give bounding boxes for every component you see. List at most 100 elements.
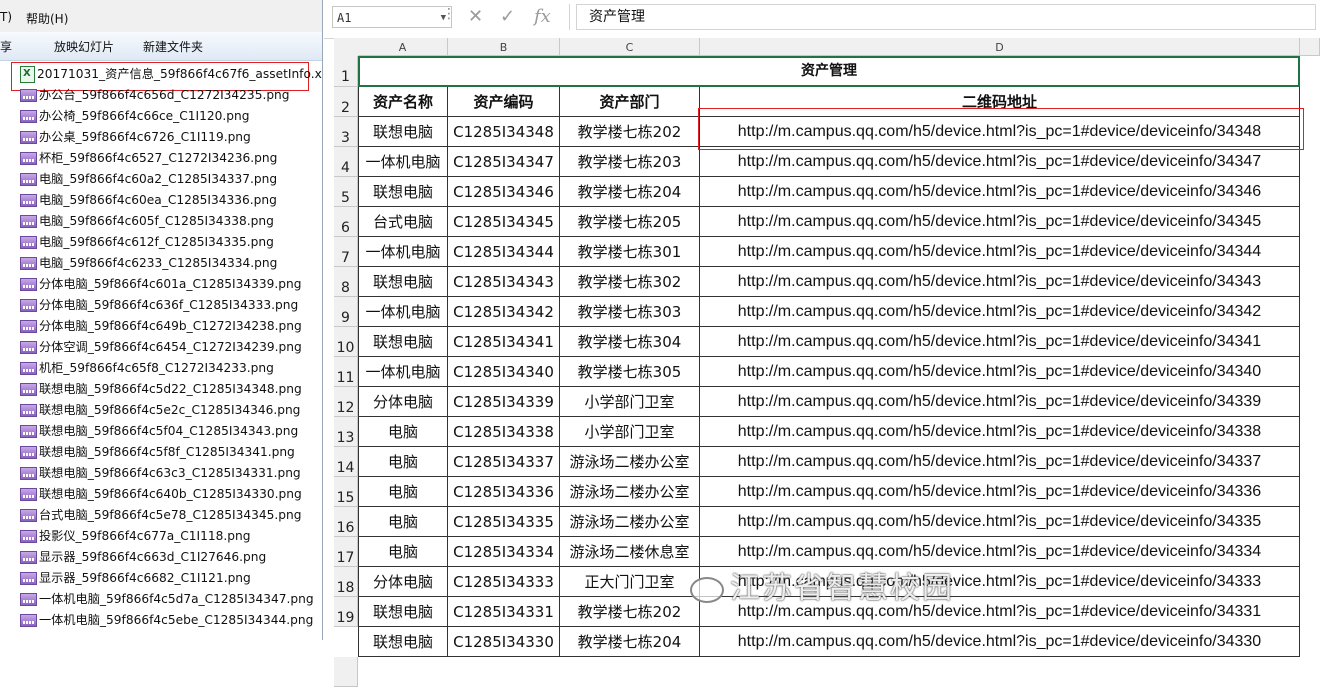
file-item[interactable]: 联想电脑_59f866f4c5d22_C1285I34348.png (20, 379, 302, 400)
menu-item-tools-partial[interactable]: T) (0, 10, 12, 24)
file-item[interactable]: 分体电脑_59f866f4c636f_C1285I34333.png (20, 295, 298, 316)
header-cell[interactable]: 资产编码 (448, 87, 560, 117)
asset-code-cell[interactable]: C1285I34336 (448, 477, 560, 507)
asset-dept-cell[interactable]: 教学楼七栋202 (560, 117, 700, 147)
qr-url-cell[interactable]: http://m.campus.qq.com/h5/device.html?is… (700, 357, 1300, 387)
file-item[interactable]: 电脑_59f866f4c6233_C1285I34334.png (20, 253, 277, 274)
qr-url-cell[interactable]: http://m.campus.qq.com/h5/device.html?is… (700, 117, 1300, 147)
asset-name-cell[interactable]: 一体机电脑 (358, 357, 448, 387)
asset-dept-cell[interactable]: 教学楼七栋205 (560, 207, 700, 237)
file-item[interactable]: 联想电脑_59f866f4c5e2c_C1285I34346.png (20, 400, 300, 421)
asset-code-cell[interactable]: C1285I34341 (448, 327, 560, 357)
row-header[interactable]: 16 (334, 507, 358, 537)
qr-url-cell[interactable]: http://m.campus.qq.com/h5/device.html?is… (700, 147, 1300, 177)
asset-name-cell[interactable]: 一体机电脑 (358, 297, 448, 327)
file-item[interactable]: 办公椅_59f866f4c66ce_C1I120.png (20, 106, 249, 127)
asset-code-cell[interactable]: C1285I34335 (448, 507, 560, 537)
slideshow-button[interactable]: 放映幻灯片 (54, 38, 114, 55)
qr-url-cell[interactable]: http://m.campus.qq.com/h5/device.html?is… (700, 297, 1300, 327)
asset-code-cell[interactable]: C1285I34342 (448, 297, 560, 327)
asset-code-cell[interactable]: C1285I34339 (448, 387, 560, 417)
header-cell[interactable]: 资产部门 (560, 87, 700, 117)
asset-dept-cell[interactable]: 游泳场二楼办公室 (560, 447, 700, 477)
asset-code-cell[interactable]: C1285I34345 (448, 207, 560, 237)
worksheet[interactable]: ABCD 1 2 3 4 5 6 7 8 9 10 11 12 13 14 15 16 17 18 19 资产管理 … (324, 38, 1320, 687)
file-item[interactable]: 显示器_59f866f4c6682_C1I121.png (20, 568, 251, 589)
asset-dept-cell[interactable]: 游泳场二楼休息室 (560, 537, 700, 567)
asset-name-cell[interactable]: 台式电脑 (358, 207, 448, 237)
column-header[interactable]: B (448, 38, 560, 56)
asset-name-cell[interactable]: 联想电脑 (358, 267, 448, 297)
row-header[interactable]: 7 (334, 237, 358, 267)
column-header[interactable]: A (358, 38, 448, 56)
qr-url-cell[interactable]: http://m.campus.qq.com/h5/device.html?is… (700, 387, 1300, 417)
file-item[interactable]: 分体电脑_59f866f4c601a_C1285I34339.png (20, 274, 301, 295)
row-header[interactable]: 11 (334, 357, 358, 387)
asset-name-cell[interactable]: 电脑 (358, 537, 448, 567)
asset-dept-cell[interactable]: 小学部门卫室 (560, 417, 700, 447)
header-cell[interactable]: 二维码地址 (700, 87, 1300, 117)
asset-code-cell[interactable]: C1285I34340 (448, 357, 560, 387)
asset-name-cell[interactable]: 电脑 (358, 417, 448, 447)
asset-name-cell[interactable]: 联想电脑 (358, 177, 448, 207)
row-header[interactable]: 6 (334, 207, 358, 237)
asset-dept-cell[interactable]: 教学楼七栋303 (560, 297, 700, 327)
asset-code-cell[interactable]: C1285I34330 (448, 627, 560, 657)
qr-url-cell[interactable]: http://m.campus.qq.com/h5/device.html?is… (700, 627, 1300, 657)
file-item[interactable]: 20171031_资产信息_59f866f4c67f6_assetInfo.xl… (20, 64, 322, 85)
asset-code-cell[interactable]: C1285I34338 (448, 417, 560, 447)
asset-name-cell[interactable]: 电脑 (358, 447, 448, 477)
column-header[interactable] (1300, 38, 1320, 56)
asset-code-cell[interactable]: C1285I34331 (448, 597, 560, 627)
row-header[interactable]: 19 (334, 597, 358, 627)
file-item[interactable]: 显示器_59f866f4c663d_C1I27646.png (20, 547, 266, 568)
qr-url-cell[interactable]: http://m.campus.qq.com/h5/device.html?is… (700, 477, 1300, 507)
asset-name-cell[interactable]: 分体电脑 (358, 387, 448, 417)
row-header[interactable]: 9 (334, 297, 358, 327)
file-item[interactable]: 联想电脑_59f866f4c63c3_C1285I34331.png (20, 463, 301, 484)
share-button[interactable]: 享 (0, 38, 12, 55)
row-header[interactable]: 3 (334, 117, 358, 147)
menu-item-help[interactable]: 帮助(H) (26, 10, 68, 27)
asset-name-cell[interactable]: 联想电脑 (358, 327, 448, 357)
asset-code-cell[interactable]: C1285I34346 (448, 177, 560, 207)
file-item[interactable]: 电脑_59f866f4c60ea_C1285I34336.png (20, 190, 277, 211)
asset-dept-cell[interactable]: 小学部门卫室 (560, 387, 700, 417)
asset-dept-cell[interactable]: 教学楼七栋305 (560, 357, 700, 387)
insert-function-icon[interactable]: fx (534, 6, 551, 27)
asset-name-cell[interactable]: 联想电脑 (358, 627, 448, 657)
file-item[interactable]: 办公桌_59f866f4c6726_C1I119.png (20, 127, 251, 148)
asset-code-cell[interactable]: C1285I34333 (448, 567, 560, 597)
file-item[interactable]: 分体电脑_59f866f4c649b_C1272I34238.png (20, 316, 302, 337)
qr-url-cell[interactable]: http://m.campus.qq.com/h5/device.html?is… (700, 417, 1300, 447)
asset-name-cell[interactable]: 电脑 (358, 477, 448, 507)
column-header[interactable]: D (700, 38, 1300, 56)
asset-name-cell[interactable]: 一体机电脑 (358, 237, 448, 267)
file-item[interactable]: 分体空调_59f866f4c6454_C1272I34239.png (20, 337, 302, 358)
asset-name-cell[interactable]: 分体电脑 (358, 567, 448, 597)
row-header[interactable] (334, 657, 358, 687)
asset-code-cell[interactable]: C1285I34337 (448, 447, 560, 477)
row-header[interactable]: 2 (334, 87, 358, 117)
row-header[interactable]: 12 (334, 387, 358, 417)
asset-name-cell[interactable]: 一体机电脑 (358, 147, 448, 177)
file-item[interactable]: 一体机电脑_59f866f4c5d7a_C1285I34347.png (20, 589, 314, 610)
asset-name-cell[interactable]: 联想电脑 (358, 597, 448, 627)
row-header[interactable]: 13 (334, 417, 358, 447)
row-header[interactable]: 15 (334, 477, 358, 507)
file-item[interactable]: 杯柜_59f866f4c6527_C1272I34236.png (20, 148, 277, 169)
file-item[interactable]: 一体机电脑_59f866f4c5ebe_C1285I34344.png (20, 610, 313, 631)
file-item[interactable]: 电脑_59f866f4c605f_C1285I34338.png (20, 211, 274, 232)
qr-url-cell[interactable]: http://m.campus.qq.com/h5/device.html?is… (700, 327, 1300, 357)
qr-url-cell[interactable]: http://m.campus.qq.com/h5/device.html?is… (700, 207, 1300, 237)
asset-code-cell[interactable]: C1285I34348 (448, 117, 560, 147)
qr-url-cell[interactable]: http://m.campus.qq.com/h5/device.html?is… (700, 267, 1300, 297)
file-item[interactable]: 机柜_59f866f4c65f8_C1272I34233.png (20, 358, 274, 379)
file-item[interactable]: 办公台_59f866f4c656d_C1272I34235.png (20, 85, 290, 106)
file-item[interactable]: 投影仪_59f866f4c677a_C1I118.png (20, 526, 250, 547)
row-header[interactable]: 10 (334, 327, 358, 357)
qr-url-cell[interactable]: http://m.campus.qq.com/h5/device.html?is… (700, 237, 1300, 267)
asset-dept-cell[interactable]: 教学楼七栋202 (560, 597, 700, 627)
file-item[interactable]: 联想电脑_59f866f4c640b_C1285I34330.png (20, 484, 302, 505)
asset-name-cell[interactable]: 联想电脑 (358, 117, 448, 147)
